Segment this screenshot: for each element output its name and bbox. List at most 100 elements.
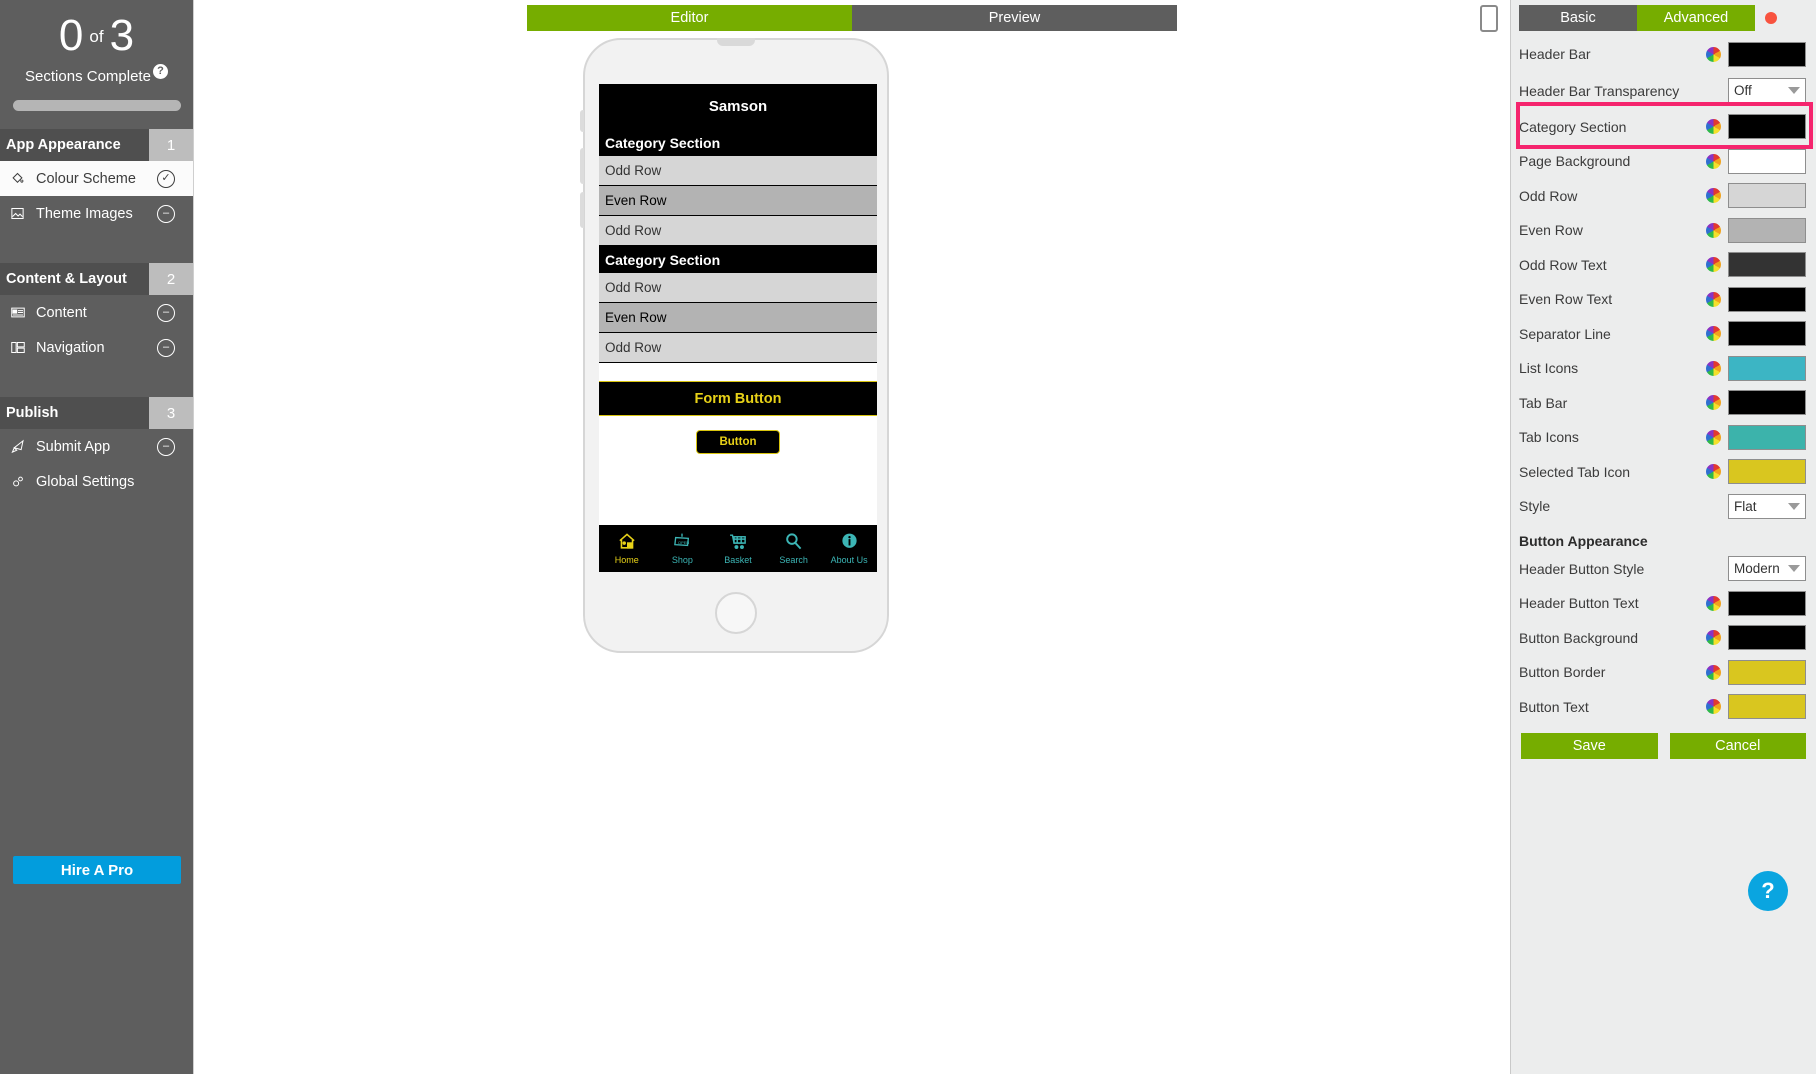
properties-panel: Basic Advanced Header Bar Header Bar Tran…	[1510, 0, 1816, 1074]
app-tab-shop[interactable]: OPEN Shop	[655, 532, 711, 565]
sidebar-item-navigation[interactable]: Navigation –	[0, 330, 193, 365]
sidebar-item-status-icon: –	[157, 204, 175, 223]
colour-picker-icon[interactable]	[1706, 326, 1721, 342]
setting-row-header-bar-transparency: Header Bar Transparency Off	[1511, 72, 1816, 110]
list-item[interactable]: Odd Row	[599, 216, 877, 246]
colour-swatch[interactable]	[1728, 355, 1806, 381]
colour-swatch[interactable]	[1728, 286, 1806, 312]
app-tab-about-us[interactable]: About Us	[821, 532, 877, 565]
colour-swatch[interactable]	[1728, 459, 1806, 485]
list-item[interactable]: Odd Row	[599, 156, 877, 186]
gears-icon	[10, 474, 36, 489]
list-item[interactable]: Odd Row	[599, 333, 877, 363]
colour-picker-icon[interactable]	[1706, 395, 1721, 411]
colour-picker-icon[interactable]	[1706, 595, 1721, 611]
sidebar-item-colour-scheme[interactable]: Colour Scheme ✓	[0, 161, 193, 196]
cancel-button[interactable]: Cancel	[1669, 733, 1806, 759]
sidebar-section-header-2[interactable]: Publish 3	[0, 397, 193, 429]
image-icon	[10, 206, 36, 221]
colour-picker-icon[interactable]	[1706, 257, 1721, 273]
sidebar-item-content[interactable]: Content –	[0, 295, 193, 330]
help-fab-icon[interactable]: ?	[1748, 871, 1788, 911]
select-value: Off	[1734, 83, 1752, 98]
help-icon[interactable]: ?	[152, 64, 168, 79]
phone-side-button-volume-down	[580, 192, 584, 228]
phone-home-button[interactable]	[715, 592, 757, 634]
sections-completed-count: 0	[58, 11, 84, 60]
setting-label: Odd Row	[1519, 187, 1578, 204]
category-section-row[interactable]: Category Section	[599, 129, 877, 156]
sidebar-item-submit-app[interactable]: Submit App –	[0, 429, 193, 464]
app-tab-search[interactable]: Search	[766, 532, 822, 565]
app-tab-home[interactable]: Home	[599, 532, 655, 565]
setting-row-header-button-text: Header Button Text	[1511, 586, 1816, 621]
colour-swatch[interactable]	[1728, 252, 1806, 278]
colour-swatch[interactable]	[1728, 41, 1806, 67]
sidebar-item-global-settings[interactable]: Global Settings	[0, 464, 193, 499]
colour-picker-icon[interactable]	[1706, 429, 1721, 445]
colour-swatch[interactable]	[1728, 217, 1806, 243]
colour-picker-icon[interactable]	[1706, 630, 1721, 646]
tab-advanced[interactable]: Advanced	[1637, 5, 1755, 31]
colour-swatch[interactable]	[1728, 321, 1806, 347]
colour-picker-icon[interactable]	[1706, 188, 1721, 204]
colour-picker-icon[interactable]	[1706, 153, 1721, 169]
tab-basic[interactable]: Basic	[1519, 5, 1637, 31]
button-appearance-heading: Button Appearance	[1519, 532, 1648, 549]
save-button[interactable]: Save	[1521, 733, 1658, 759]
setting-label: Selected Tab Icon	[1519, 463, 1631, 480]
list-item[interactable]: Odd Row	[599, 273, 877, 303]
chevron-down-icon	[1788, 502, 1800, 510]
colour-picker-icon[interactable]	[1706, 699, 1721, 715]
colour-swatch[interactable]	[1728, 694, 1806, 720]
device-toggle-icon[interactable]	[1480, 5, 1498, 32]
colour-swatch[interactable]	[1728, 659, 1806, 685]
colour-picker-icon[interactable]	[1706, 222, 1721, 238]
colour-swatch[interactable]	[1728, 114, 1806, 140]
colour-picker-icon[interactable]	[1706, 291, 1721, 307]
setting-row-odd-row: Odd Row	[1511, 179, 1816, 214]
hire-a-pro-button[interactable]: Hire A Pro	[13, 856, 181, 884]
tab-editor[interactable]: Editor	[527, 5, 852, 31]
phone-screen: Samson Category Section Odd Row Even Row Od…	[599, 84, 877, 572]
colour-picker-icon[interactable]	[1706, 119, 1721, 135]
chevron-down-icon	[1788, 565, 1800, 573]
list-item[interactable]: Even Row	[599, 303, 877, 333]
colour-swatch[interactable]	[1728, 625, 1806, 651]
colour-swatch[interactable]	[1728, 590, 1806, 616]
sidebar-section-header-0[interactable]: App Appearance 1	[0, 129, 193, 161]
select-style[interactable]: Flat	[1728, 493, 1806, 519]
cart-icon	[727, 532, 749, 553]
list-item[interactable]: Even Row	[599, 186, 877, 216]
preview-button[interactable]: Button	[696, 430, 780, 454]
tab-preview[interactable]: Preview	[852, 5, 1177, 31]
colour-swatch[interactable]	[1728, 148, 1806, 174]
setting-row-list-icons: List Icons	[1511, 351, 1816, 386]
colour-picker-icon[interactable]	[1706, 464, 1721, 480]
sidebar-section-header-1[interactable]: Content & Layout 2	[0, 263, 193, 295]
setting-row-even-row-text: Even Row Text	[1511, 282, 1816, 317]
colour-picker-icon[interactable]	[1706, 360, 1721, 376]
sidebar-item-label: Colour Scheme	[36, 170, 136, 187]
setting-row-style: Style Flat	[1511, 489, 1816, 524]
form-button[interactable]: Form Button	[599, 381, 877, 416]
colour-swatch[interactable]	[1728, 390, 1806, 416]
category-section-row[interactable]: Category Section	[599, 246, 877, 273]
colour-swatch[interactable]	[1728, 424, 1806, 450]
setting-row-category-section: Category Section	[1511, 110, 1816, 145]
select-value: Modern	[1734, 561, 1780, 577]
setting-label: Button Text	[1519, 698, 1589, 715]
paint-bucket-icon	[10, 171, 36, 186]
select-header-bar-transparency[interactable]: Off	[1728, 78, 1806, 103]
colour-picker-icon[interactable]	[1706, 664, 1721, 680]
colour-picker-icon[interactable]	[1706, 46, 1721, 62]
colour-swatch[interactable]	[1728, 183, 1806, 209]
app-tab-basket[interactable]: Basket	[710, 532, 766, 565]
list-gap	[599, 363, 877, 381]
select-header-button-style[interactable]: Modern	[1728, 556, 1806, 582]
layout-icon	[10, 340, 36, 355]
setting-row-tab-icons: Tab Icons	[1511, 420, 1816, 455]
phone-notch	[717, 38, 755, 46]
panel-actions: Save Cancel	[1511, 724, 1816, 759]
sidebar-item-theme-images[interactable]: Theme Images –	[0, 196, 193, 231]
